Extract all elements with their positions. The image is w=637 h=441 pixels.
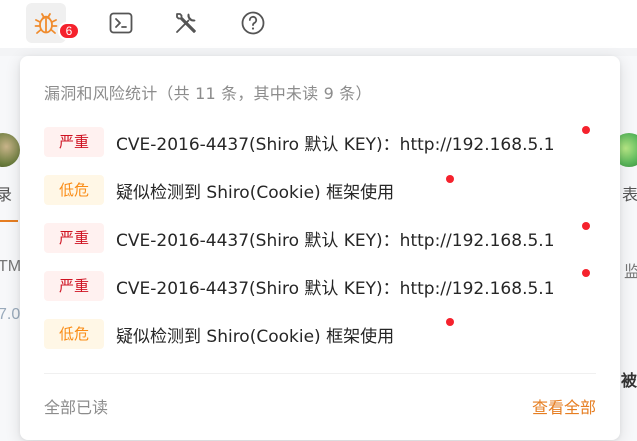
unread-count-badge: 6 <box>58 22 80 40</box>
unread-dot <box>582 269 590 277</box>
background-label: 7.0 <box>0 306 21 323</box>
vulnerability-list-item[interactable]: 严重 CVE-2016-4437(Shiro 默认 KEY)：http://192… <box>44 126 596 160</box>
terminal-button[interactable] <box>101 3 141 43</box>
severity-tag: 严重 <box>44 223 104 253</box>
vulnerability-dropdown-panel: 漏洞和风险统计（共 11 条，其中未读 9 条） 严重 CVE-2016-4437… <box>20 56 620 440</box>
mark-all-read-button[interactable]: 全部已读 <box>44 394 108 418</box>
background-label: TM <box>0 258 22 275</box>
help-button[interactable] <box>233 3 273 43</box>
background-label: 录 <box>0 187 13 204</box>
unread-dot <box>446 318 454 326</box>
tools-icon <box>176 13 196 33</box>
vulnerability-title: 疑似检测到 Shiro(Cookie) 框架使用 <box>116 183 395 203</box>
background-label: 表 <box>622 187 637 204</box>
unread-dot <box>582 222 590 230</box>
vulnerability-title: CVE-2016-4437(Shiro 默认 KEY)：http://192.1… <box>116 135 555 155</box>
vulnerability-title: CVE-2016-4437(Shiro 默认 KEY)：http://192.1… <box>116 231 555 251</box>
vulnerability-title: CVE-2016-4437(Shiro 默认 KEY)：http://192.1… <box>116 279 555 299</box>
view-all-button[interactable]: 查看全部 <box>532 394 596 418</box>
divider <box>44 373 596 374</box>
background-label: 监 <box>624 264 637 281</box>
severity-tag: 严重 <box>44 127 104 157</box>
vulnerability-list-item[interactable]: 严重 CVE-2016-4437(Shiro 默认 KEY)：http://192… <box>44 270 596 304</box>
terminal-icon <box>109 12 133 34</box>
background-label: 被 <box>621 373 637 390</box>
severity-tag: 低危 <box>44 319 104 349</box>
severity-tag: 严重 <box>44 271 104 301</box>
vulnerability-list-item[interactable]: 低危 疑似检测到 Shiro(Cookie) 框架使用 <box>44 318 596 352</box>
severity-tag: 低危 <box>44 175 104 205</box>
help-icon <box>241 11 265 35</box>
bug-icon <box>34 13 58 34</box>
vulnerability-notification-button[interactable]: 6 <box>26 3 80 43</box>
page: 录 表 TM 7.0 监 被 6 漏洞和风险统计（共 11 条，其中未读 9 条… <box>0 0 637 441</box>
unread-dot <box>582 126 590 134</box>
background-tab-indicator <box>0 220 18 222</box>
panel-title: 漏洞和风险统计（共 11 条，其中未读 9 条） <box>44 84 372 103</box>
unread-dot <box>446 175 454 183</box>
top-toolbar: 6 <box>0 0 637 48</box>
tools-button[interactable] <box>166 3 206 43</box>
vulnerability-list-item[interactable]: 低危 疑似检测到 Shiro(Cookie) 框架使用 <box>44 174 596 208</box>
vulnerability-title: 疑似检测到 Shiro(Cookie) 框架使用 <box>116 327 395 347</box>
vulnerability-list-item[interactable]: 严重 CVE-2016-4437(Shiro 默认 KEY)：http://192… <box>44 222 596 256</box>
